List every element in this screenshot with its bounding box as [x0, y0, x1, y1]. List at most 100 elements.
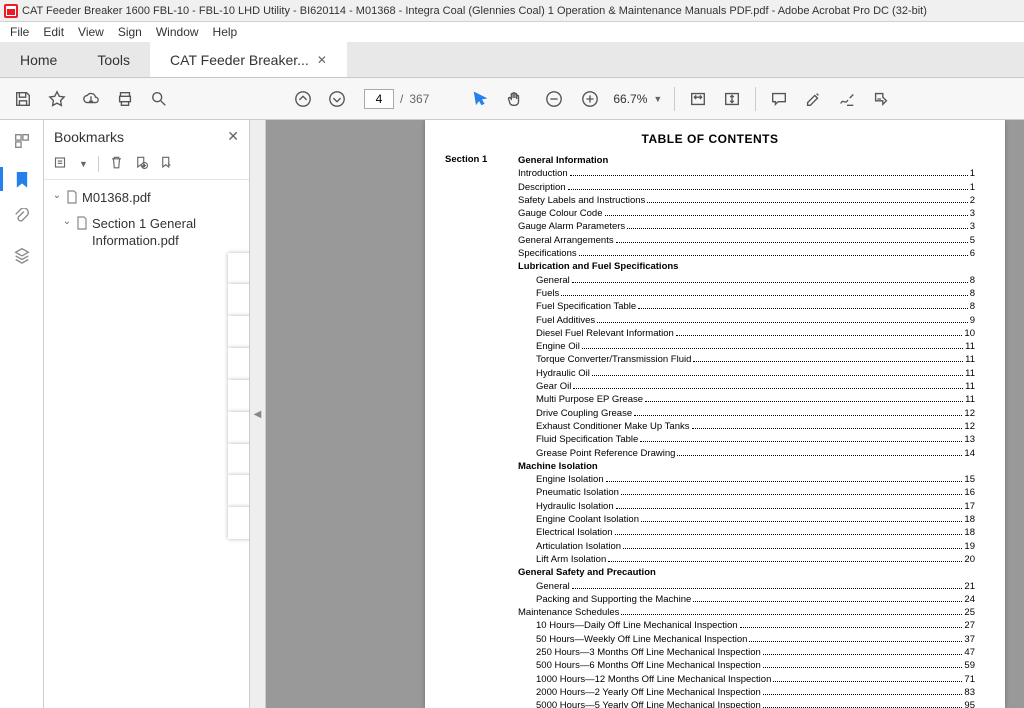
toc-line: Machine Isolation [518, 460, 975, 473]
toc-line: General Arrangements5 [518, 234, 975, 247]
print-icon[interactable] [110, 84, 140, 114]
tree-item[interactable]: Gauge colour code [228, 348, 249, 380]
star-icon[interactable] [42, 84, 72, 114]
more-tools-icon[interactable] [866, 84, 896, 114]
toc-line: Fluid Specification Table13 [518, 433, 975, 446]
tab-document[interactable]: CAT Feeder Breaker... ✕ [150, 42, 347, 77]
tree-item[interactable]: SAFETY LABELS AND INSTRUCTIONS [228, 316, 249, 348]
toc-line: 250 Hours—3 Months Off Line Mechanical I… [518, 646, 975, 659]
titlebar: CAT Feeder Breaker 1600 FBL-10 - FBL-10 … [0, 0, 1024, 22]
tree-section[interactable]: ⌄ Section 1 General Information.pdf [62, 212, 245, 253]
close-icon[interactable]: ✕ [317, 53, 327, 67]
toc-line: Lubrication and Fuel Specifications [518, 260, 975, 273]
page-canvas[interactable]: TABLE OF CONTENTS Section 1 General Info… [266, 120, 1024, 708]
toc-line: Introduction1 [518, 167, 975, 180]
tab-home[interactable]: Home [0, 42, 77, 77]
toc-line: 500 Hours—6 Months Off Line Mechanical I… [518, 659, 975, 672]
menu-sign[interactable]: Sign [118, 25, 142, 39]
tab-tools[interactable]: Tools [77, 42, 150, 77]
fit-page-icon[interactable] [717, 84, 747, 114]
layers-icon[interactable] [11, 244, 33, 266]
tree-item[interactable]: GENERAL ARRANGEMENT [228, 412, 249, 444]
toc-line: Hydraulic Isolation17 [518, 500, 975, 513]
toc-line: Fuel Specification Table8 [518, 300, 975, 313]
collapse-handle[interactable]: ◀ [250, 120, 266, 708]
toc-line: General21 [518, 580, 975, 593]
toc-line: Articulation Isolation19 [518, 540, 975, 553]
page-total: 367 [409, 92, 429, 106]
menu-window[interactable]: Window [156, 25, 199, 39]
comment-icon[interactable] [764, 84, 794, 114]
tab-document-label: CAT Feeder Breaker... [170, 52, 309, 68]
bookmarks-tree[interactable]: ⌄ M01368.pdf ⌄ Section 1 General Informa… [44, 180, 249, 708]
tree-item[interactable]: Description [228, 284, 249, 316]
attachments-icon[interactable] [11, 206, 33, 228]
toc-line: 5000 Hours—5 Yearly Off Line Mechanical … [518, 699, 975, 708]
toc-line: Torque Converter/Transmission Fluid11 [518, 353, 975, 366]
section-label: Section 1 [445, 154, 500, 708]
toc-line: 1000 Hours—12 Months Off Line Mechanical… [518, 673, 975, 686]
menu-file[interactable]: File [10, 25, 29, 39]
thumbnails-icon[interactable] [11, 130, 33, 152]
toc-line: Hydraulic Oil11 [518, 367, 975, 380]
page-down-icon[interactable] [322, 84, 352, 114]
tree-item[interactable]: Capacities [228, 507, 249, 539]
tabbar: Home Tools CAT Feeder Breaker... ✕ [0, 42, 1024, 78]
menu-help[interactable]: Help [213, 25, 238, 39]
toc-line: General Safety and Precaution [518, 566, 975, 579]
page-up-icon[interactable] [288, 84, 318, 114]
toc-line: Gear Oil11 [518, 380, 975, 393]
toc-line: Description1 [518, 181, 975, 194]
sign-icon[interactable] [832, 84, 862, 114]
page-input[interactable] [364, 89, 394, 109]
zoom-in-icon[interactable] [575, 84, 605, 114]
trash-icon[interactable] [109, 155, 124, 173]
find-bookmark-icon[interactable] [159, 155, 174, 173]
tree-item[interactable]: Introduction [228, 253, 249, 285]
pointer-icon[interactable] [465, 84, 495, 114]
toc-line: Lift Arm Isolation20 [518, 553, 975, 566]
toc-line: Multi Purpose EP Grease11 [518, 393, 975, 406]
toolbar: / 367 66.7% ▼ [0, 78, 1024, 120]
toc-line: Exhaust Conditioner Make Up Tanks12 [518, 420, 975, 433]
menubar: File Edit View Sign Window Help [0, 22, 1024, 42]
chevron-down-icon[interactable]: ⌄ [62, 215, 72, 229]
bookmarks-icon[interactable] [11, 168, 33, 190]
toc-line: Fuel Additives9 [518, 314, 975, 327]
toc-line: Engine Isolation15 [518, 473, 975, 486]
toc-line: Fuels8 [518, 287, 975, 300]
tree-item[interactable]: specifications [228, 444, 249, 476]
toc-line: Specifications6 [518, 247, 975, 260]
chevron-down-icon[interactable]: ▼ [653, 94, 662, 104]
search-icon[interactable] [144, 84, 174, 114]
page-sep: / [400, 92, 403, 106]
options-icon[interactable] [54, 155, 69, 173]
chevron-down-icon[interactable]: ⌄ [52, 189, 62, 203]
document-area: ◀ TABLE OF CONTENTS Section 1 General In… [250, 120, 1024, 708]
page-title: TABLE OF CONTENTS [445, 132, 975, 146]
toc-line: General8 [518, 274, 975, 287]
toc-line: Maintenance Schedules25 [518, 606, 975, 619]
toc-line: Pneumatic Isolation16 [518, 486, 975, 499]
cloud-icon[interactable] [76, 84, 106, 114]
bookmarks-title: Bookmarks [54, 129, 124, 145]
save-icon[interactable] [8, 84, 38, 114]
window-title: CAT Feeder Breaker 1600 FBL-10 - FBL-10 … [22, 5, 927, 17]
tree-item[interactable]: All specifications are subject to change… [228, 475, 249, 507]
toc-line: Packing and Supporting the Machine24 [518, 593, 975, 606]
zoom-out-icon[interactable] [539, 84, 569, 114]
pdf-app-icon [4, 4, 18, 18]
toc-line: 10 Hours—Daily Off Line Mechanical Inspe… [518, 619, 975, 632]
close-panel-icon[interactable]: ✕ [227, 128, 239, 145]
zoom-value[interactable]: 66.7% [613, 92, 647, 106]
hand-icon[interactable] [499, 84, 529, 114]
toc-line: Grease Point Reference Drawing14 [518, 447, 975, 460]
highlight-icon[interactable] [798, 84, 828, 114]
fit-width-icon[interactable] [683, 84, 713, 114]
tree-root[interactable]: ⌄ M01368.pdf [52, 186, 245, 212]
menu-view[interactable]: View [78, 25, 104, 39]
tree-item[interactable]: Gauge alarm parameters [228, 380, 249, 412]
toc-line: Gauge Colour Code3 [518, 207, 975, 220]
menu-edit[interactable]: Edit [43, 25, 64, 39]
new-bookmark-icon[interactable] [134, 155, 149, 173]
